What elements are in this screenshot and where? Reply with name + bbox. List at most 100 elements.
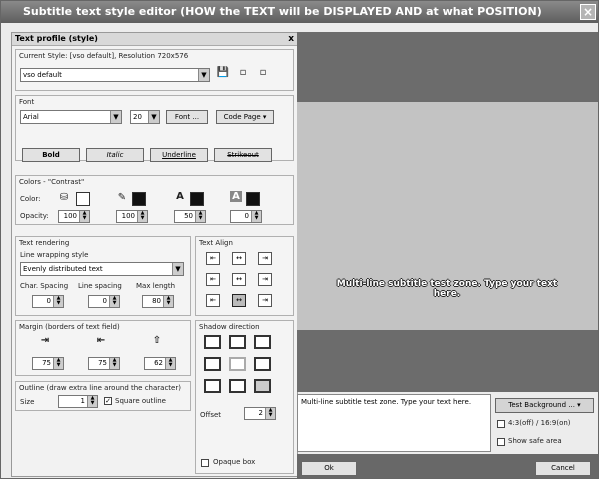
text-color-swatch[interactable]	[76, 192, 90, 206]
shadow-right-icon[interactable]	[254, 357, 271, 371]
margin-left-spinner[interactable]: 75 ▲ ▼	[32, 357, 64, 370]
panel-close-icon[interactable]: x	[288, 33, 294, 45]
shadow-bottom-left-icon[interactable]	[204, 379, 221, 393]
line-wrap-label: Line wrapping style	[20, 251, 89, 259]
spin-arrows-icon: ▲ ▼	[265, 408, 275, 419]
chevron-down-icon: ▼	[198, 69, 209, 81]
opacity-label: Opacity:	[20, 212, 49, 220]
shadow-bottom-right-icon[interactable]	[254, 379, 271, 393]
colors-group: Colors - "Contrast" Color: ⛁ ✎ A A Opaci…	[15, 175, 294, 225]
align-middle-left-icon[interactable]: ⇤	[206, 273, 220, 286]
line-wrap-value: Evenly distributed text	[23, 265, 103, 273]
shadow-top-left-icon[interactable]	[204, 335, 221, 349]
strikeout-button[interactable]: Strikeout	[214, 148, 272, 162]
max-length-label: Max length	[136, 282, 176, 290]
chevron-down-icon: ▼	[172, 263, 183, 275]
align-bottom-right-icon[interactable]: ⇥	[258, 294, 272, 307]
shadow-top-icon[interactable]	[229, 335, 246, 349]
panel-header: Text profile (style) x	[12, 33, 297, 46]
offset-label: Offset	[200, 411, 222, 419]
spin-arrows-icon: ▲ ▼	[251, 211, 261, 222]
outline-size-value: 1	[80, 397, 85, 405]
safe-area-checkbox[interactable]	[497, 438, 505, 446]
test-background-button[interactable]: Test Background ... ▾	[495, 398, 594, 413]
opacity-value: 100	[121, 212, 135, 220]
shadow-left-icon[interactable]	[204, 357, 221, 371]
text-box-icon: A	[230, 191, 242, 202]
preview-area	[297, 32, 598, 392]
spin-arrows-icon: ▲ ▼	[195, 211, 205, 222]
shadow-opacity-spinner[interactable]: 50 ▲ ▼	[174, 210, 206, 223]
title-bar: Subtitle text style editor (HOW the TEXT…	[1, 1, 598, 23]
close-icon[interactable]: ×	[580, 4, 596, 20]
opaque-box-checkbox[interactable]	[201, 459, 209, 467]
align-top-left-icon[interactable]: ⇤	[206, 252, 220, 265]
shadow-direction-label: Shadow direction	[199, 323, 260, 331]
outline-color-swatch[interactable]	[132, 192, 146, 206]
outline-opacity-spinner[interactable]: 100 ▲ ▼	[116, 210, 148, 223]
text-opacity-spinner[interactable]: 100 ▲ ▼	[58, 210, 90, 223]
char-spacing-label: Char. Spacing	[20, 282, 69, 290]
spin-arrows-icon: ▲ ▼	[109, 358, 119, 369]
outline-color-icon: ✎	[117, 192, 127, 203]
style-value: vso default	[23, 71, 62, 79]
save-style-icon[interactable]: 💾	[216, 67, 230, 78]
margin-right-icon: ⇤	[96, 335, 106, 346]
safe-area-label: Show safe area	[508, 437, 562, 445]
shadow-top-right-icon[interactable]	[254, 335, 271, 349]
margin-bottom-spinner[interactable]: 62 ▲ ▼	[144, 357, 176, 370]
text-rendering-label: Text rendering	[19, 239, 70, 247]
margin-right-value: 75	[98, 359, 107, 367]
align-top-right-icon[interactable]: ⇥	[258, 252, 272, 265]
shadow-color-swatch[interactable]	[190, 192, 204, 206]
test-text-input[interactable]: Multi-line subtitle test zone. Type your…	[297, 394, 491, 452]
line-spacing-value: 0	[102, 297, 107, 305]
box-color-swatch[interactable]	[246, 192, 260, 206]
align-top-center-icon[interactable]: ↔	[232, 252, 246, 265]
square-outline-checkbox[interactable]: ✓	[104, 397, 112, 405]
max-length-spinner[interactable]: 80 ▲ ▼	[142, 295, 174, 308]
style-select[interactable]: vso default ▼	[20, 68, 210, 82]
font-button[interactable]: Font ...	[166, 110, 208, 124]
font-group-label: Font	[19, 98, 35, 106]
opacity-value: 100	[63, 212, 77, 220]
shadow-center-icon[interactable]	[229, 357, 246, 371]
current-style-label: Current Style: [vso default], Resolution…	[19, 52, 189, 60]
offset-value: 2	[258, 409, 263, 417]
preview-top-band	[297, 32, 598, 102]
max-length-value: 80	[152, 297, 161, 305]
margin-bottom-icon: ⇧	[152, 335, 162, 346]
bold-button[interactable]: Bold	[22, 148, 80, 162]
shadow-offset-spinner[interactable]: 2 ▲ ▼	[244, 407, 276, 420]
align-middle-right-icon[interactable]: ⇥	[258, 273, 272, 286]
shadow-bottom-icon[interactable]	[229, 379, 246, 393]
italic-button[interactable]: Italic	[86, 148, 144, 162]
code-page-button[interactable]: Code Page ▾	[216, 110, 274, 124]
margin-right-spinner[interactable]: 75 ▲ ▼	[88, 357, 120, 370]
new-style-icon[interactable]: ▫	[236, 67, 250, 78]
spin-arrows-icon: ▲ ▼	[53, 296, 63, 307]
line-wrap-select[interactable]: Evenly distributed text ▼	[20, 262, 184, 276]
align-bottom-left-icon[interactable]: ⇤	[206, 294, 220, 307]
font-family-select[interactable]: Arial ▼	[20, 110, 122, 124]
font-size-select[interactable]: 20 ▼	[130, 110, 160, 124]
delete-style-icon[interactable]: ▫	[256, 67, 270, 78]
outline-size-spinner[interactable]: 1 ▲ ▼	[58, 395, 98, 408]
square-outline-label: Square outline	[115, 397, 166, 405]
spin-arrows-icon: ▲ ▼	[165, 358, 175, 369]
char-spacing-spinner[interactable]: 0 ▲ ▼	[32, 295, 64, 308]
margin-group: Margin (borders of text field) ⇥ ⇤ ⇧ 75 ▲…	[15, 320, 191, 376]
colors-group-label: Colors - "Contrast"	[19, 178, 85, 186]
aspect-ratio-checkbox[interactable]	[497, 420, 505, 428]
align-bottom-center-icon[interactable]: ↔	[232, 294, 246, 307]
align-middle-center-icon[interactable]: ↔	[232, 273, 246, 286]
cancel-button[interactable]: Cancel	[535, 461, 591, 476]
outline-size-label: Size	[20, 398, 35, 406]
test-background-label: Test Background ...	[508, 401, 575, 409]
text-align-label: Text Align	[199, 239, 233, 247]
box-opacity-spinner[interactable]: 0 ▲ ▼	[230, 210, 262, 223]
line-spacing-spinner[interactable]: 0 ▲ ▼	[88, 295, 120, 308]
ok-button[interactable]: Ok	[301, 461, 357, 476]
spin-arrows-icon: ▲ ▼	[87, 396, 97, 407]
underline-button[interactable]: Underline	[150, 148, 208, 162]
